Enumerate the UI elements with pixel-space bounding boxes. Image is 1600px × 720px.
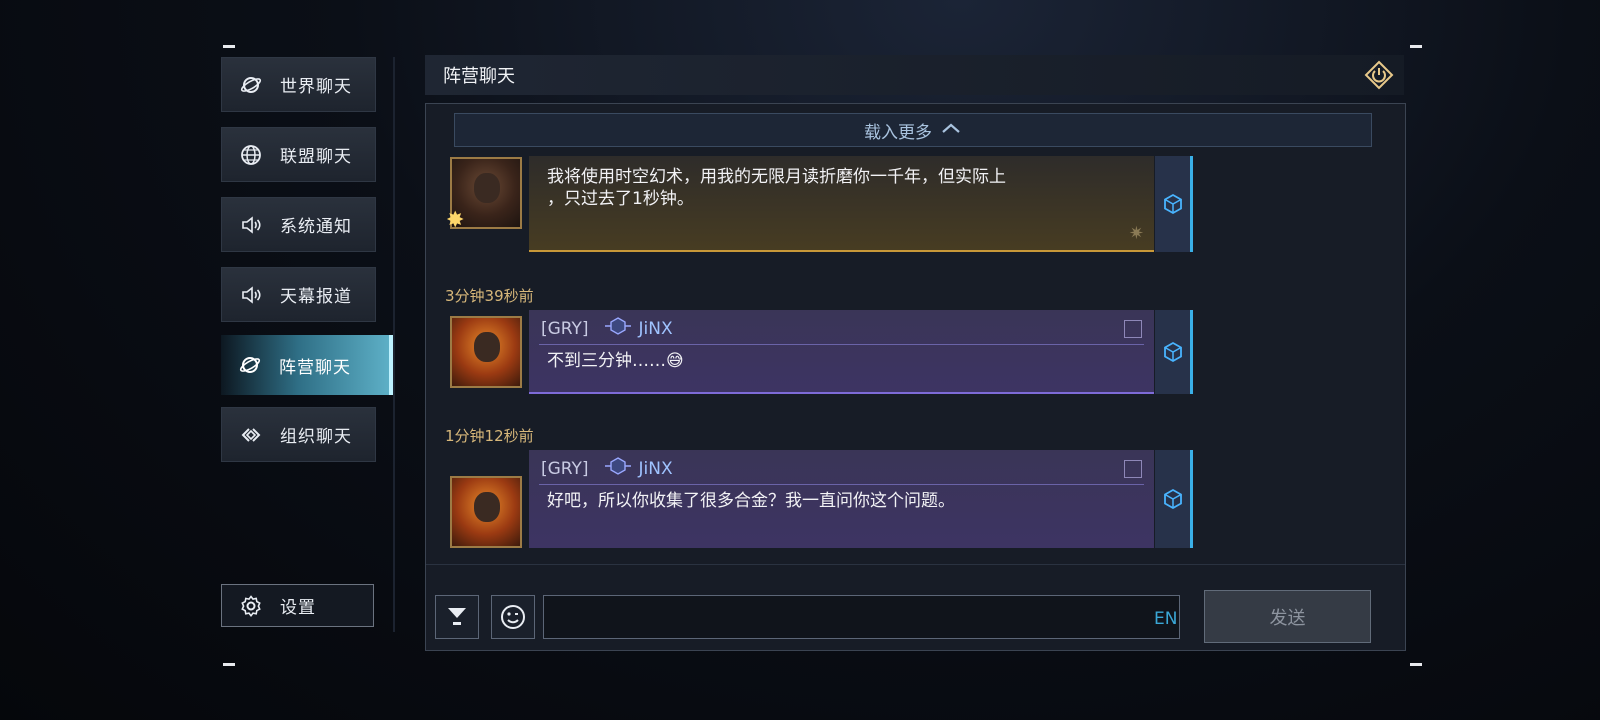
message-timestamp: 3分钟39秒前 bbox=[445, 287, 534, 305]
chevron-up-icon bbox=[940, 120, 962, 140]
avatar-face bbox=[474, 332, 500, 362]
sidebar-item-organization-chat[interactable]: 组织聊天 bbox=[221, 407, 376, 462]
sidebar-item-label: 联盟聊天 bbox=[280, 147, 352, 167]
chat-panel: 载入更多 ✸ 我将使用时空幻术，用我的无限月读折磨你一千年，但实际上 ，只过去了… bbox=[425, 103, 1406, 651]
gear-icon bbox=[222, 594, 280, 618]
sidebar-item-alliance-chat[interactable]: 联盟聊天 bbox=[221, 127, 376, 182]
guild-tag: [GRY] bbox=[541, 318, 589, 339]
corner-tick bbox=[223, 663, 235, 666]
expand-icon[interactable] bbox=[1124, 320, 1142, 338]
cube-icon bbox=[1163, 193, 1182, 215]
message-text: 不到三分钟……😅 bbox=[547, 351, 684, 371]
settings-label: 设置 bbox=[280, 598, 316, 618]
load-more-button[interactable]: 载入更多 bbox=[454, 113, 1372, 147]
cube-icon bbox=[1163, 341, 1182, 363]
chat-input[interactable] bbox=[543, 595, 1180, 639]
page-title: 阵营聊天 bbox=[443, 66, 515, 87]
sidebar-item-faction-chat[interactable]: 阵营聊天 bbox=[221, 335, 393, 395]
guild-tag: [GRY] bbox=[541, 458, 589, 479]
sidebar-item-label: 系统通知 bbox=[280, 217, 352, 237]
sidebar-item-world-chat[interactable]: 世界聊天 bbox=[221, 57, 376, 112]
planet-icon bbox=[221, 354, 279, 376]
translate-button[interactable] bbox=[1155, 310, 1193, 394]
corner-tick bbox=[223, 45, 235, 48]
username[interactable]: JiNX bbox=[639, 319, 673, 339]
translate-button[interactable] bbox=[1155, 450, 1193, 548]
divider bbox=[539, 344, 1144, 345]
message-line: 我将使用时空幻术，用我的无限月读折磨你一千年，但实际上 bbox=[547, 167, 1006, 187]
avatar[interactable] bbox=[450, 316, 522, 388]
sparkle-icon: ✷ bbox=[1128, 223, 1144, 244]
expand-icon[interactable] bbox=[1124, 460, 1142, 478]
message-text: 好吧，所以你收集了很多合金？我一直问你这个问题。 bbox=[547, 491, 955, 511]
chat-header: 阵营聊天 bbox=[425, 55, 1404, 95]
sidebar-item-label: 世界聊天 bbox=[280, 77, 352, 97]
dropdown-arrow-icon bbox=[448, 608, 466, 625]
sidebar-item-system-notice[interactable]: 系统通知 bbox=[221, 197, 376, 252]
quick-phrase-button[interactable] bbox=[435, 595, 479, 639]
username[interactable]: JiNX bbox=[639, 459, 673, 479]
message-sender: [GRY] JiNX bbox=[541, 456, 673, 481]
sidebar-divider bbox=[393, 57, 395, 632]
avatar-face bbox=[474, 173, 500, 203]
emoji-button[interactable] bbox=[491, 595, 535, 639]
message-text: 我将使用时空幻术，用我的无限月读折磨你一千年，但实际上 ，只过去了1秒钟。 bbox=[547, 166, 1107, 210]
message-bubble: [GRY] JiNX 不到三分钟……😅 bbox=[529, 310, 1154, 394]
speaker-icon bbox=[222, 284, 280, 306]
message-composer: EN 发送 bbox=[426, 564, 1405, 651]
message-sender: [GRY] JiNX bbox=[541, 316, 673, 341]
avatar-face bbox=[474, 492, 500, 522]
speaker-icon bbox=[222, 214, 280, 236]
sidebar-item-label: 阵营聊天 bbox=[279, 357, 351, 378]
cube-icon bbox=[1163, 488, 1182, 510]
divider bbox=[539, 484, 1144, 485]
translate-button[interactable] bbox=[1155, 156, 1193, 252]
planet-icon bbox=[222, 74, 280, 96]
message-bubble: 我将使用时空幻术，用我的无限月读折磨你一千年，但实际上 ，只过去了1秒钟。 ✷ bbox=[529, 156, 1154, 252]
rank-badge-icon bbox=[603, 456, 633, 481]
avatar[interactable] bbox=[450, 476, 522, 548]
sidebar-item-label: 组织聊天 bbox=[280, 427, 352, 447]
power-icon[interactable] bbox=[1364, 60, 1394, 90]
rank-badge-icon bbox=[603, 316, 633, 341]
globe-icon bbox=[222, 144, 280, 166]
send-button[interactable]: 发送 bbox=[1204, 590, 1371, 643]
sparkle-icon: ✸ bbox=[446, 208, 465, 233]
language-toggle[interactable]: EN bbox=[1154, 609, 1177, 629]
corner-tick bbox=[1410, 45, 1422, 48]
message-line: ，只过去了1秒钟。 bbox=[547, 189, 694, 209]
message-timestamp: 1分钟12秒前 bbox=[445, 427, 534, 445]
load-more-label: 载入更多 bbox=[864, 122, 932, 143]
sidebar-item-sky-report[interactable]: 天幕报道 bbox=[221, 267, 376, 322]
emoji-icon bbox=[501, 605, 525, 629]
chat-channel-sidebar: 世界聊天 联盟聊天 系统通知 天幕报道 阵营聊天 组织聊天 bbox=[221, 57, 396, 632]
link-icon bbox=[222, 424, 280, 446]
avatar[interactable]: ✸ bbox=[446, 157, 522, 233]
message-bubble: [GRY] JiNX 好吧，所以你收集了很多合金？我一直问你这个问题。 bbox=[529, 450, 1154, 548]
sidebar-item-label: 天幕报道 bbox=[280, 287, 352, 307]
settings-button[interactable]: 设置 bbox=[221, 584, 374, 627]
corner-tick bbox=[1410, 663, 1422, 666]
